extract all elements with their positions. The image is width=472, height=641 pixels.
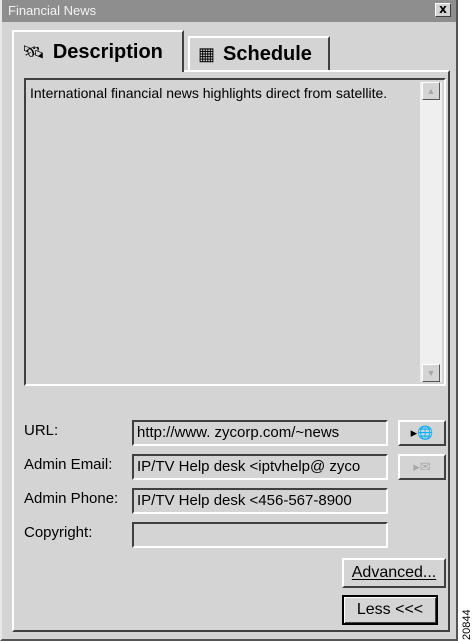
url-field[interactable]: http://www. zycorp.com/~news — [132, 420, 388, 446]
advanced-button[interactable]: Advanced... — [342, 558, 446, 588]
scroll-down-button[interactable]: ▼ — [422, 364, 440, 382]
tab-description[interactable]: 🛰 Description — [12, 30, 184, 72]
advanced-button-label: Advanced... — [351, 564, 437, 581]
description-textarea[interactable]: International financial news highlights … — [24, 78, 446, 386]
figure-code-text: 20844 — [461, 609, 472, 640]
tab-description-label: Description — [52, 40, 163, 63]
admin-email-label: Admin Email: — [24, 456, 113, 473]
open-url-button[interactable]: ▸🌐 — [398, 420, 446, 446]
mail-icon: ▸✉ — [413, 459, 431, 474]
copyright-label: Copyright: — [24, 524, 93, 541]
calendar-icon: ▦ — [198, 43, 216, 64]
tab-schedule[interactable]: ▦ Schedule — [188, 36, 330, 70]
vertical-scrollbar[interactable]: ▲ ▼ — [420, 82, 442, 382]
close-button[interactable]: x — [435, 3, 451, 17]
tab-schedule-label: Schedule — [223, 42, 312, 65]
url-label: URL: — [24, 422, 59, 439]
admin-phone-field[interactable]: IP/TV Help desk <456-567-8900 — [132, 488, 388, 514]
figure-code: 20844 — [461, 600, 472, 640]
globe-icon: ▸🌐 — [410, 425, 434, 440]
scroll-up-button[interactable]: ▲ — [422, 82, 440, 100]
less-button[interactable]: Less <<< — [342, 595, 438, 625]
description-text: International financial news highlights … — [30, 85, 388, 101]
window-title: Financial News — [8, 3, 97, 18]
admin-phone-label: Admin Phone: — [24, 490, 119, 507]
copyright-field[interactable] — [132, 522, 388, 548]
title-bar[interactable]: Financial News x — [2, 0, 456, 22]
admin-email-field[interactable]: IP/TV Help desk <iptvhelp@ zyco — [132, 454, 388, 480]
financial-news-window: Financial News x 🛰 Description ▦ Schedul… — [0, 0, 458, 641]
antenna-icon: 🛰 — [22, 41, 45, 62]
send-email-button[interactable]: ▸✉ — [398, 454, 446, 480]
